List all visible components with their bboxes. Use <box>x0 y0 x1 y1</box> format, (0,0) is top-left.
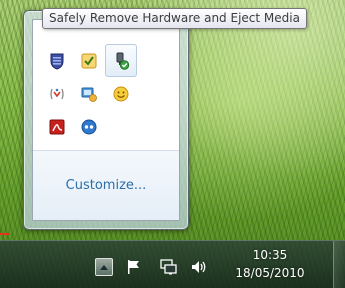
chevron-up-icon <box>100 265 108 270</box>
overflow-panel-footer: Customize... <box>33 150 179 220</box>
overflow-panel-body: Customize... <box>32 19 180 221</box>
clock-date: 18/05/2010 <box>235 266 305 280</box>
action-center-flag-icon[interactable] <box>124 257 144 277</box>
show-desktop-button[interactable] <box>333 241 345 288</box>
smiley-messenger-icon[interactable] <box>105 77 137 110</box>
show-hidden-icons-button[interactable] <box>95 258 113 276</box>
remote-chat-icon[interactable] <box>73 110 105 143</box>
display-settings-icon[interactable] <box>73 77 105 110</box>
clock-time: 10:35 <box>252 248 288 262</box>
calendar-checklist-icon[interactable] <box>73 44 105 77</box>
taskbar: 10:35 18/05/2010 <box>0 240 345 288</box>
tooltip: Safely Remove Hardware and Eject Media <box>42 8 307 29</box>
red-accent-line <box>0 233 10 235</box>
network-icon[interactable] <box>158 257 178 277</box>
overflow-icon-grid <box>41 44 137 143</box>
taskbar-clock[interactable]: 10:35 18/05/2010 <box>224 246 316 282</box>
notification-overflow-panel: Customize... <box>23 10 189 230</box>
security-shield-icon[interactable] <box>41 44 73 77</box>
customize-link[interactable]: Customize... <box>66 178 147 193</box>
safely-remove-hardware-icon[interactable] <box>105 44 137 77</box>
volume-icon[interactable] <box>189 257 209 277</box>
pdf-reader-icon[interactable] <box>41 110 73 143</box>
network-activity-icon[interactable] <box>41 77 73 110</box>
